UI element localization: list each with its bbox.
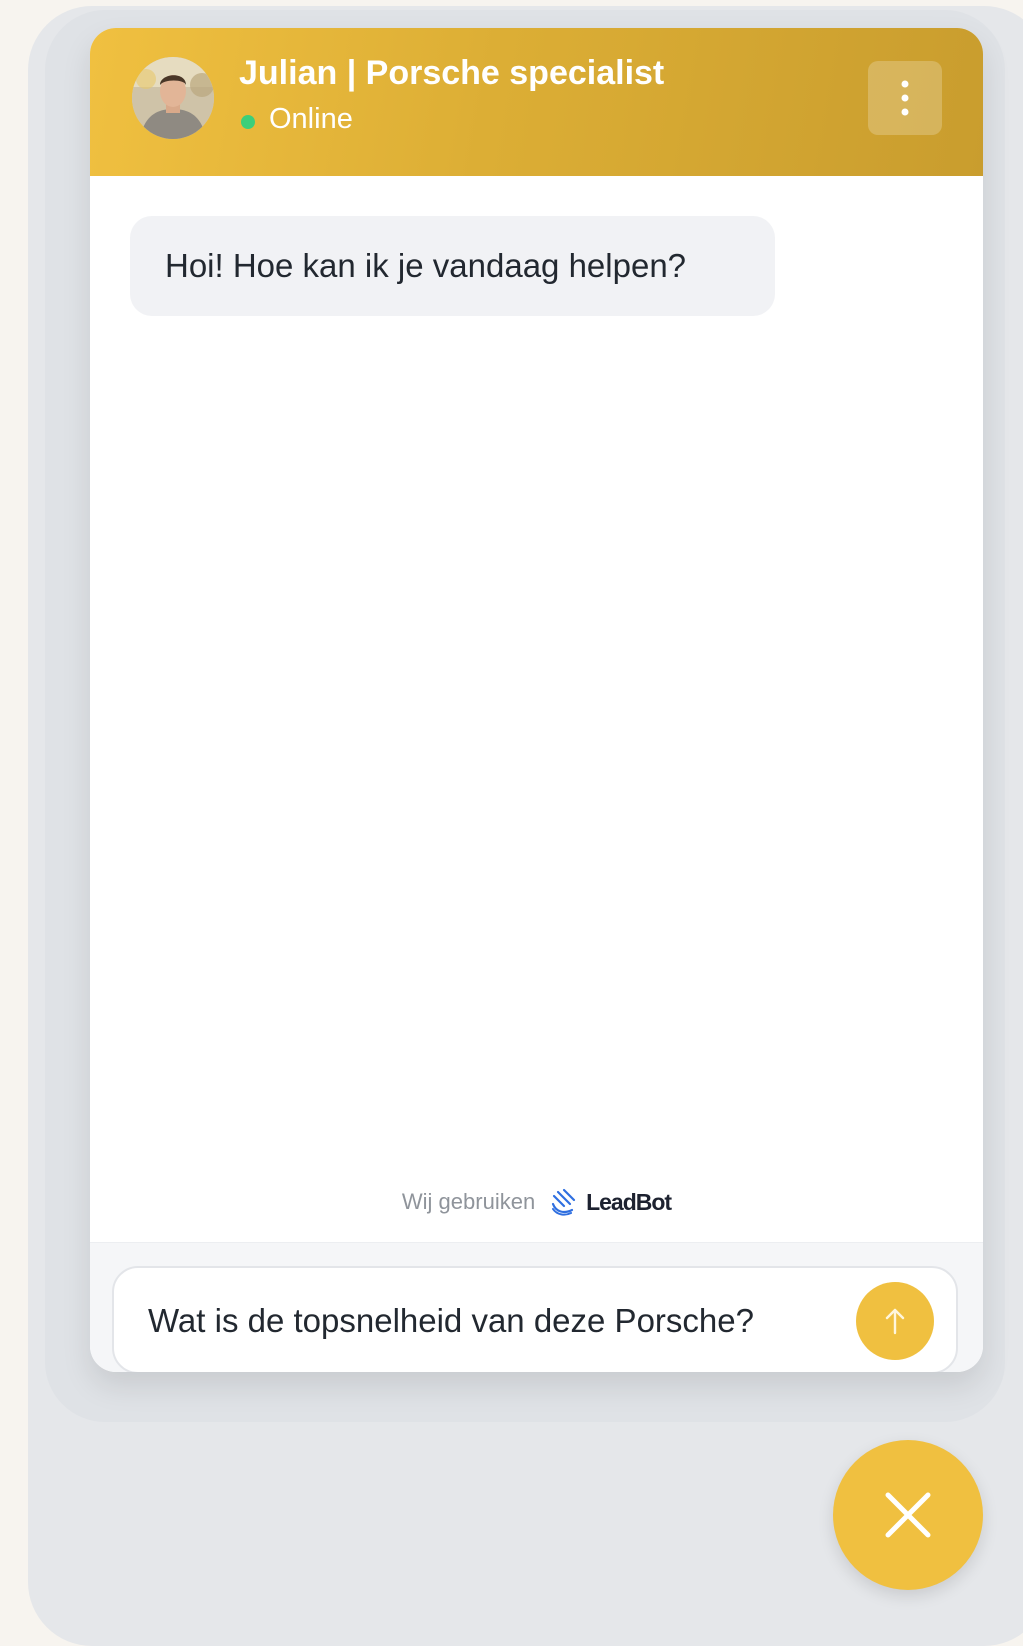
vertical-dots-icon (901, 80, 909, 116)
agent-message-bubble: Hoi! Hoe kan ik je vandaag helpen? (130, 216, 775, 316)
agent-avatar (132, 57, 214, 139)
close-icon (885, 1492, 931, 1538)
agent-name: Julian | Porsche specialist (239, 54, 665, 92)
arrow-up-icon (885, 1308, 905, 1335)
powered-by-label: Wij gebruiken (401, 1189, 536, 1214)
message-list: Hoi! Hoe kan ik je vandaag helpen? Wij g… (90, 176, 983, 1242)
chat-window: Julian | Porsche specialist Online Hoi! … (90, 28, 983, 1372)
status-text: Online (269, 103, 353, 135)
close-chat-button[interactable] (833, 1440, 983, 1590)
message-input[interactable] (146, 1290, 830, 1352)
menu-button[interactable] (868, 61, 942, 135)
online-status-dot (241, 115, 255, 129)
powered-by[interactable]: Wij gebruiken LeadBot (90, 1182, 983, 1222)
avatar-portrait-icon (132, 57, 214, 139)
chat-header: Julian | Porsche specialist Online (90, 28, 983, 176)
leadbot-logo-icon (551, 1188, 575, 1216)
send-button[interactable] (856, 1282, 934, 1360)
message-input-box (112, 1266, 958, 1372)
composer (90, 1242, 983, 1372)
leadbot-brand: LeadBot (586, 1189, 672, 1215)
